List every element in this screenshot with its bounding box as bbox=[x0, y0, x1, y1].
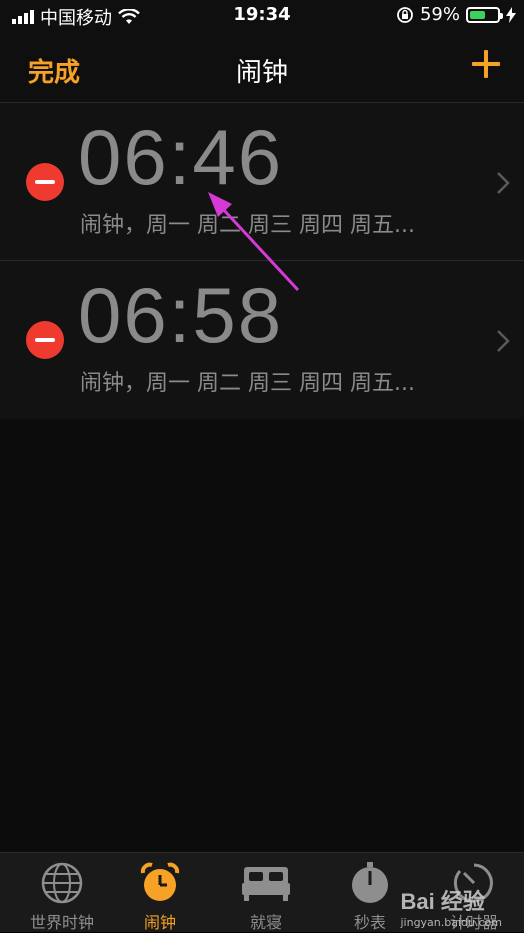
tab-bedtime[interactable]: 就寝 bbox=[214, 861, 318, 933]
watermark-logo: Bai 经验 bbox=[400, 889, 485, 914]
alarm-time: 06:58 bbox=[78, 271, 284, 359]
rotation-lock-icon bbox=[397, 6, 413, 23]
alarm-time: 06:46 bbox=[78, 113, 284, 201]
page-title: 闹钟 bbox=[235, 58, 288, 88]
delete-alarm-button[interactable] bbox=[26, 321, 64, 359]
tab-label: 世界时钟 bbox=[29, 913, 94, 932]
plus-icon[interactable] bbox=[468, 46, 504, 82]
empty-area bbox=[0, 420, 524, 852]
battery-icon bbox=[466, 6, 503, 23]
tab-label: 就寝 bbox=[249, 913, 282, 932]
baidu-watermark: Bai 经验 jingyan.baidu.com bbox=[400, 884, 502, 929]
nav-bar: 完成 闹钟 bbox=[0, 34, 524, 103]
alarm-list: 06:46 闹钟，周一 周二 周三 周四 周五... 06:58 闹钟，周一 周… bbox=[0, 103, 524, 418]
watermark-url: jingyan.baidu.com bbox=[400, 916, 502, 929]
tab-alarm[interactable]: 闹钟 bbox=[108, 861, 212, 933]
battery-percent: 59% bbox=[419, 4, 460, 25]
chevron-right-icon[interactable] bbox=[496, 171, 510, 195]
alarm-label: 闹钟，周一 周二 周三 周四 周五... bbox=[80, 213, 415, 238]
alarm-screen: 中国移动 19:34 59% 完成 闹钟 06:46 闹钟，周一 周二 周三 周… bbox=[0, 0, 524, 933]
globe-icon bbox=[41, 862, 83, 904]
tab-label: 闹钟 bbox=[143, 913, 176, 932]
status-right: 59% bbox=[396, 4, 516, 25]
alarm-row[interactable]: 06:58 闹钟，周一 周二 周三 周四 周五... bbox=[0, 260, 524, 418]
delete-alarm-button[interactable] bbox=[26, 163, 64, 201]
status-bar: 中国移动 19:34 59% bbox=[0, 0, 524, 30]
chevron-right-icon[interactable] bbox=[496, 329, 510, 353]
alarm-label: 闹钟，周一 周二 周三 周四 周五... bbox=[80, 371, 415, 396]
bed-icon bbox=[242, 867, 290, 901]
charging-icon bbox=[506, 6, 516, 23]
stopwatch-icon bbox=[352, 862, 388, 903]
alarm-row[interactable]: 06:46 闹钟，周一 周二 周三 周四 周五... bbox=[0, 103, 524, 260]
alarm-clock-icon bbox=[140, 862, 180, 901]
tab-world-clock[interactable]: 世界时钟 bbox=[10, 861, 114, 933]
